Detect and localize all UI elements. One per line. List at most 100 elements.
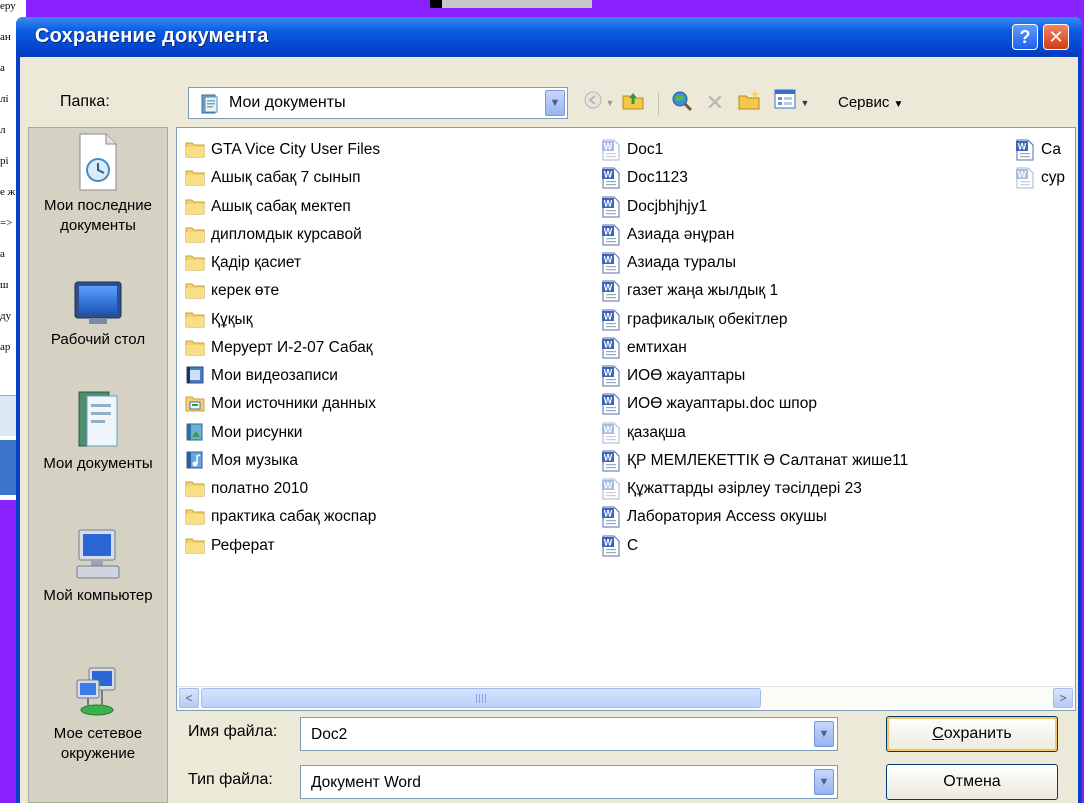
file-item[interactable]: Wемтихан — [601, 334, 908, 362]
svg-text:W: W — [604, 142, 613, 152]
word-document-icon: W — [601, 478, 623, 500]
file-item[interactable]: Wқазақша — [601, 419, 908, 447]
views-dropdown-icon[interactable]: ▼ — [798, 89, 812, 117]
folder-item[interactable]: Ашық сабақ мектеп — [185, 193, 380, 221]
close-button[interactable]: ✕ — [1043, 24, 1069, 50]
background-text-fragment: рі — [0, 155, 9, 167]
file-item[interactable]: W Са — [1015, 136, 1065, 164]
file-item[interactable]: W Азиада әнұран — [601, 221, 908, 249]
folder-item[interactable]: Мои рисунки — [185, 419, 380, 447]
item-name: Құжаттарды әзірлеу тәсілдері 23 — [627, 480, 862, 498]
folder-item[interactable]: Меруерт И-2-07 Сабақ — [185, 334, 380, 362]
svg-text:W: W — [604, 424, 613, 434]
item-name: Docjbhjhjy1 — [627, 197, 708, 215]
title-bar[interactable]: Сохранение документа ? ✕ — [16, 17, 1082, 57]
item-name: Азиада әнұран — [627, 225, 735, 243]
save-button[interactable]: Сохранить — [886, 716, 1058, 752]
chevron-down-icon[interactable]: ▼ — [814, 721, 834, 747]
word-document-icon: W — [601, 422, 623, 444]
folder-icon — [185, 196, 207, 218]
folder-item[interactable]: Ашық сабақ 7 сынып — [185, 164, 380, 192]
background-text-fragment: ш — [0, 279, 9, 291]
service-menu[interactable]: Сервис ▼ — [838, 94, 903, 111]
back-dropdown-icon[interactable]: ▼ — [604, 89, 616, 117]
word-document-icon: W — [601, 167, 623, 189]
item-name: Doc1 — [627, 141, 664, 159]
scroll-left-button[interactable]: < — [179, 688, 199, 708]
video-folder-icon — [185, 365, 207, 387]
folder-item[interactable]: керек өте — [185, 277, 380, 305]
file-item[interactable]: W Азиада туралы — [601, 249, 908, 277]
search-web-icon[interactable] — [668, 89, 694, 117]
svg-text:W: W — [604, 198, 613, 208]
file-item[interactable]: W Құжаттарды әзірлеу тәсілдері 23 — [601, 475, 908, 503]
place-network[interactable]: Мое сетевое окружение — [29, 666, 167, 764]
file-item[interactable]: W Лаборатория Access окушы — [601, 503, 908, 531]
file-item[interactable]: W ИОӨ жауаптары.doc шпор — [601, 390, 908, 418]
file-item[interactable]: Wсур — [1015, 164, 1065, 192]
folder-item[interactable]: Мои видеозаписи — [185, 362, 380, 390]
my-computer-icon — [76, 529, 120, 579]
folder-combo[interactable]: Мои документы ▼ — [188, 87, 568, 119]
horizontal-scrollbar[interactable]: < > — [177, 686, 1075, 710]
folder-label: Папка: — [60, 93, 110, 110]
svg-text:W: W — [604, 537, 613, 547]
filetype-label: Тип файла: — [188, 771, 273, 788]
svg-text:W: W — [604, 509, 613, 519]
background-window-edge — [430, 0, 442, 8]
file-item[interactable]: W Doc1 — [601, 136, 908, 164]
delete-icon[interactable]: ✕ — [702, 89, 728, 117]
chevron-down-icon[interactable]: ▼ — [814, 769, 834, 795]
folder-item[interactable]: Реферат — [185, 532, 380, 560]
file-item[interactable]: W ҚР МЕМЛЕКЕТТІК Ә Салтанат жише11 — [601, 447, 908, 475]
word-document-icon: W — [1015, 167, 1037, 189]
file-item[interactable]: Wгазет жаңа жылдық 1 — [601, 277, 908, 305]
back-icon[interactable] — [580, 89, 606, 117]
background-text-fragment: ан — [0, 31, 11, 43]
folder-item[interactable]: GTA Vice City User Files — [185, 136, 380, 164]
dialog-client-area: Папка: Мои документы ▼ ▼ ✕ ▼ Сервис ▼ Мо… — [20, 57, 1078, 803]
file-item[interactable]: W Doc1123 — [601, 164, 908, 192]
folder-item[interactable]: полатно 2010 — [185, 475, 380, 503]
file-item[interactable]: W ИОӨ жауаптары — [601, 362, 908, 390]
folder-combo-value: Мои документы — [229, 94, 346, 111]
item-name: дипломдык курсавой — [211, 225, 362, 243]
new-folder-icon[interactable] — [736, 89, 762, 117]
background-text-fragment: а — [0, 248, 5, 260]
place-recent-documents[interactable]: Мои последние документы — [29, 132, 167, 236]
item-name: GTA Vice City User Files — [211, 141, 381, 159]
background-text-fragment: ду — [0, 310, 12, 322]
folder-item[interactable]: Мои источники данных — [185, 390, 380, 418]
place-my-documents[interactable]: Мои документы — [29, 390, 167, 474]
item-name: С — [627, 536, 639, 554]
item-name: полатно 2010 — [211, 480, 309, 498]
scroll-thumb[interactable] — [201, 688, 761, 708]
file-item[interactable]: W Docjbhjhjy1 — [601, 193, 908, 221]
folder-item[interactable]: практика сабақ жоспар — [185, 503, 380, 531]
place-my-computer[interactable]: Мой компьютер — [29, 528, 167, 606]
help-button[interactable]: ? — [1012, 24, 1038, 50]
folder-item[interactable]: Қадір қасиет — [185, 249, 380, 277]
views-icon[interactable] — [772, 89, 798, 117]
my-documents-icon — [78, 391, 118, 447]
filename-field[interactable]: Doc2 ▼ — [300, 717, 838, 751]
folder-item[interactable]: Құқық — [185, 306, 380, 334]
folder-item[interactable]: Моя музыка — [185, 447, 380, 475]
up-folder-icon[interactable] — [620, 89, 646, 117]
scroll-right-button[interactable]: > — [1053, 688, 1073, 708]
place-desktop[interactable]: Рабочий стол — [29, 280, 167, 350]
place-label: Мое сетевое окружение — [53, 725, 143, 762]
item-name: ИОӨ жауаптары — [627, 367, 746, 385]
place-label: Мои документы — [43, 455, 153, 472]
item-name: сур — [1041, 169, 1065, 187]
filetype-value: Документ Word — [311, 774, 421, 791]
chevron-down-icon[interactable]: ▼ — [545, 90, 565, 116]
folder-icon — [185, 506, 207, 528]
folder-item[interactable]: дипломдык курсавой — [185, 221, 380, 249]
filetype-select[interactable]: Документ Word ▼ — [300, 765, 838, 799]
file-list[interactable]: GTA Vice City User Files Ашық сабақ 7 сын… — [176, 127, 1076, 711]
file-item[interactable]: Wграфикалық обекітлер — [601, 306, 908, 334]
cancel-button[interactable]: Отмена — [886, 764, 1058, 800]
place-label: Рабочий стол — [50, 331, 146, 348]
file-item[interactable]: WС — [601, 532, 908, 560]
